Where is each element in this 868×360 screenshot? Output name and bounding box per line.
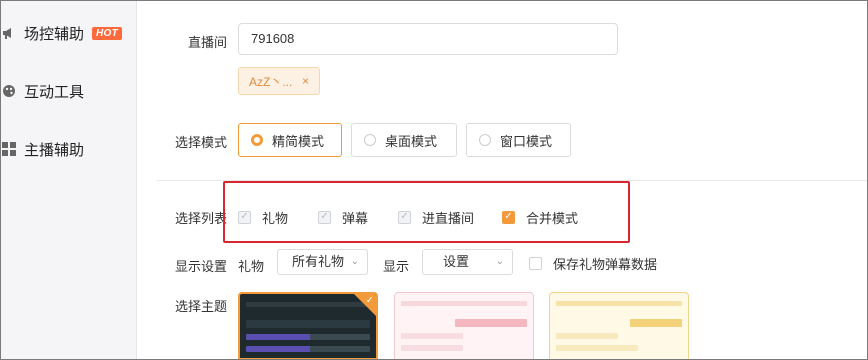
mode-option-simple[interactable]: 精简模式 — [238, 123, 342, 157]
save-data-option[interactable]: 保存礼物弹幕数据 — [529, 254, 657, 272]
theme-label: 选择主题 — [175, 299, 228, 314]
radio-icon — [479, 134, 491, 146]
highlight-box — [223, 181, 630, 243]
show-settings-value: 设置 — [443, 254, 470, 269]
theme-option-dark[interactable]: ✓ — [238, 292, 378, 360]
gift-label: 礼物 — [238, 259, 265, 274]
mode-option-desktop[interactable]: 桌面模式 — [351, 123, 457, 157]
mode-option-label: 窗口模式 — [500, 133, 553, 149]
room-tag-label: AzZ丶... — [249, 74, 293, 89]
room-tag[interactable]: AzZ丶... × — [238, 67, 320, 95]
gift-filter-value: 所有礼物 — [292, 254, 345, 269]
close-icon[interactable]: × — [302, 74, 309, 88]
palette-icon — [2, 84, 16, 98]
mode-option-window[interactable]: 窗口模式 — [466, 123, 571, 157]
show-label: 显示 — [383, 259, 410, 274]
grid-icon — [2, 142, 16, 156]
sidebar-item-streamer-assist[interactable]: 主播辅助 — [0, 129, 136, 169]
gift-filter-select[interactable]: 所有礼物 ⌄ — [277, 249, 368, 275]
radio-icon — [364, 134, 376, 146]
megaphone-icon — [2, 26, 16, 40]
checkbox-icon — [529, 256, 542, 270]
show-settings-select[interactable]: 设置 ⌄ — [422, 249, 513, 275]
display-label: 显示设置 — [175, 259, 228, 274]
mode-label: 选择模式 — [175, 135, 228, 150]
chevron-down-icon: ⌄ — [350, 256, 359, 267]
sidebar-item-label: 场控辅助 — [24, 25, 85, 43]
radio-selected-icon — [251, 134, 263, 146]
sidebar-item-label: 主播辅助 — [24, 141, 85, 159]
check-icon: ✓ — [365, 295, 374, 306]
list-label: 选择列表 — [175, 211, 228, 226]
room-label: 直播间 — [188, 35, 228, 50]
hot-badge: HOT — [92, 26, 123, 40]
mode-option-label: 精简模式 — [272, 133, 325, 149]
room-id-input[interactable]: 791608 — [238, 23, 618, 55]
sidebar-item-field-control[interactable]: 场控辅助 HOT — [0, 13, 136, 53]
theme-option-pink[interactable] — [394, 292, 534, 360]
theme-option-yellow[interactable] — [549, 292, 689, 360]
sidebar: 场控辅助 HOT 互动工具 主播辅助 — [0, 0, 137, 360]
save-data-label: 保存礼物弹幕数据 — [553, 256, 658, 272]
sidebar-item-label: 互动工具 — [24, 83, 85, 101]
sidebar-item-interactive-tools[interactable]: 互动工具 — [0, 71, 136, 111]
mode-option-label: 桌面模式 — [385, 133, 438, 149]
chevron-down-icon: ⌄ — [495, 256, 504, 267]
